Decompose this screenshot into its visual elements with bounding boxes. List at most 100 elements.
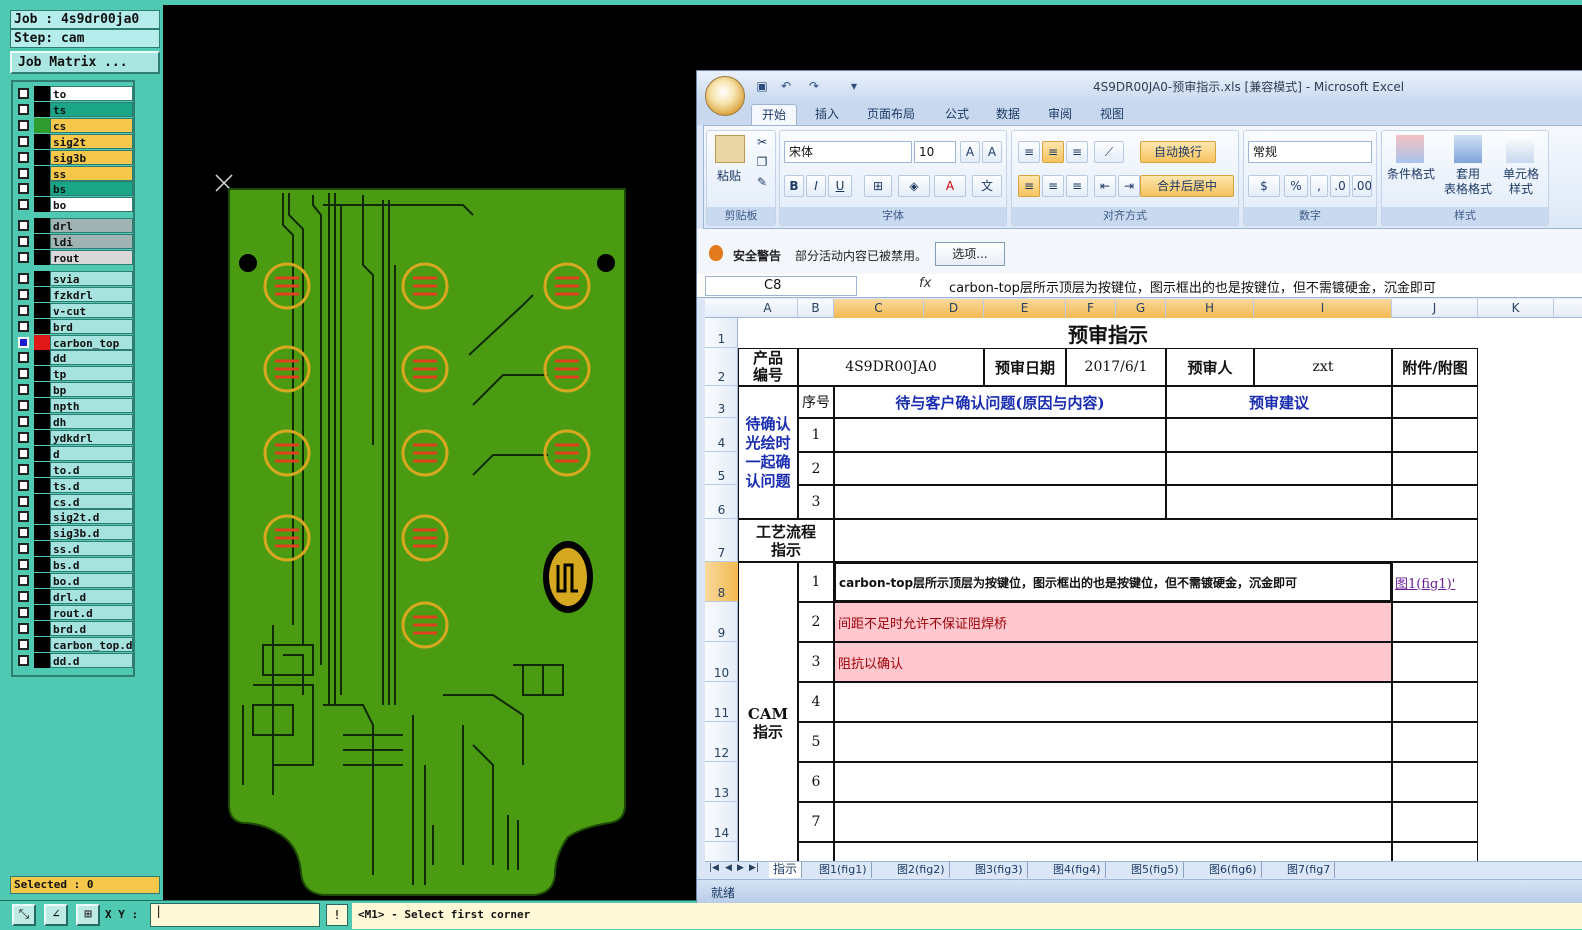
- layer-name[interactable]: tp: [50, 366, 133, 382]
- layer-checkbox[interactable]: [18, 447, 29, 459]
- layer-color-swatch[interactable]: [34, 636, 50, 652]
- row-header[interactable]: 15: [705, 842, 738, 861]
- layer-row[interactable]: brd: [15, 318, 133, 334]
- layer-row[interactable]: drl.d: [15, 588, 133, 604]
- layer-row[interactable]: sig2t: [15, 133, 133, 149]
- layer-checkbox[interactable]: [18, 252, 29, 263]
- last-sheet-icon[interactable]: ▶|: [749, 863, 759, 873]
- layer-color-swatch[interactable]: [34, 398, 50, 414]
- fill-color-icon[interactable]: ◈: [898, 175, 930, 197]
- layer-checkbox[interactable]: [18, 575, 29, 586]
- layer-checkbox[interactable]: [18, 220, 29, 232]
- layer-name[interactable]: npth: [50, 398, 133, 414]
- layer-name[interactable]: drl: [50, 218, 133, 234]
- security-options-button[interactable]: 选项...: [935, 242, 1005, 266]
- attachment-cell[interactable]: [1392, 418, 1478, 452]
- worksheet-grid[interactable]: ABCDEFGHIJK 123456789101112131415 预审指示产品…: [705, 299, 1582, 861]
- zoom-tool-icon[interactable]: ⤡: [12, 904, 36, 926]
- job-matrix-button[interactable]: Job Matrix ...: [10, 51, 160, 74]
- row-header[interactable]: 7: [705, 519, 738, 562]
- pending-issue-cell[interactable]: [834, 485, 1166, 519]
- row-header[interactable]: 10: [705, 642, 738, 682]
- row-header[interactable]: 3: [705, 386, 738, 418]
- align-right-icon[interactable]: ≡: [1066, 175, 1088, 197]
- tab-data[interactable]: 数据: [986, 104, 1030, 125]
- column-header[interactable]: E: [984, 299, 1066, 318]
- copy-icon[interactable]: ❐: [755, 155, 769, 170]
- office-button[interactable]: [705, 76, 745, 116]
- layer-row[interactable]: dh: [15, 414, 133, 429]
- column-header[interactable]: G: [1116, 299, 1166, 318]
- sheet-tab[interactable]: 指示: [769, 862, 803, 878]
- wrap-text-button[interactable]: 自动换行: [1140, 141, 1216, 163]
- pending-issue-cell[interactable]: [834, 418, 1166, 452]
- pending-row-number[interactable]: 1: [798, 418, 834, 452]
- layer-color-swatch[interactable]: [34, 286, 50, 302]
- measure-tool-icon[interactable]: ∠: [44, 904, 68, 926]
- pcb-canvas[interactable]: [163, 5, 696, 900]
- sheet-tab[interactable]: 图4(fig4): [1049, 862, 1106, 878]
- layer-name[interactable]: rout: [50, 250, 133, 265]
- layer-checkbox[interactable]: [18, 320, 29, 332]
- layer-color-swatch[interactable]: [34, 318, 50, 334]
- align-left-icon[interactable]: ≡: [1018, 175, 1040, 197]
- phonetic-icon[interactable]: 文: [972, 175, 1002, 197]
- layer-color-swatch[interactable]: [34, 604, 50, 620]
- row-header[interactable]: 5: [705, 452, 738, 485]
- row-header[interactable]: 8: [705, 562, 738, 602]
- layer-checkbox[interactable]: [18, 431, 29, 443]
- cam-instruction-cell[interactable]: carbon-top层所示顶层为按键位，图示框出的也是按键位，但不需镀硬金，沉金…: [834, 562, 1392, 602]
- column-header[interactable]: H: [1166, 299, 1254, 318]
- tab-insert[interactable]: 插入: [805, 104, 849, 125]
- column-header[interactable]: I: [1254, 299, 1392, 318]
- layer-name[interactable]: dd.d: [50, 652, 133, 668]
- layer-name[interactable]: dh: [50, 414, 133, 429]
- save-icon[interactable]: ▣: [755, 79, 769, 93]
- suggestion-header[interactable]: 预审建议: [1166, 386, 1392, 418]
- currency-icon[interactable]: $: [1248, 175, 1280, 197]
- layer-color-swatch[interactable]: [34, 234, 50, 250]
- attachment-cell[interactable]: [1392, 842, 1478, 861]
- cam-instruction-cell[interactable]: 间距不足时允许不保证阻焊桥: [834, 602, 1392, 642]
- font-size-select[interactable]: 10: [914, 141, 956, 163]
- layer-checkbox[interactable]: [18, 622, 29, 634]
- cam-row-number[interactable]: 2: [798, 602, 834, 642]
- layer-checkbox[interactable]: [18, 151, 29, 163]
- cam-label[interactable]: CAM 指示: [738, 562, 798, 861]
- underline-icon[interactable]: U: [828, 175, 852, 197]
- layer-name[interactable]: cs.d: [50, 493, 133, 509]
- cut-icon[interactable]: ✂: [755, 135, 769, 150]
- layer-color-swatch[interactable]: [34, 101, 50, 117]
- layer-checkbox[interactable]: [18, 88, 29, 99]
- layer-color-swatch[interactable]: [34, 557, 50, 573]
- layer-color-swatch[interactable]: [34, 588, 50, 604]
- cam-row-number[interactable]: 7: [798, 802, 834, 842]
- layer-name[interactable]: fzkdrl: [50, 286, 133, 302]
- layer-row[interactable]: ts: [15, 101, 133, 117]
- layer-checkbox[interactable]: [18, 368, 29, 380]
- layer-name[interactable]: carbon_top.d: [50, 636, 133, 652]
- column-header[interactable]: A: [738, 299, 798, 318]
- layer-checkbox[interactable]: [18, 416, 29, 427]
- bold-icon[interactable]: B: [784, 175, 804, 197]
- layer-name[interactable]: d: [50, 445, 133, 461]
- paste-icon[interactable]: [715, 135, 745, 163]
- cam-row-number[interactable]: 4: [798, 682, 834, 722]
- layer-checkbox[interactable]: [18, 495, 29, 507]
- layer-checkbox[interactable]: [18, 400, 29, 412]
- conditional-format-icon[interactable]: [1396, 135, 1424, 163]
- cam-row-number[interactable]: [798, 842, 834, 861]
- layer-color-swatch[interactable]: [34, 429, 50, 445]
- layer-name[interactable]: carbon_top: [50, 334, 133, 350]
- layer-row[interactable]: carbon_top.d: [15, 636, 133, 652]
- align-middle-icon[interactable]: ≡: [1042, 141, 1064, 163]
- reviewer-value[interactable]: zxt: [1254, 348, 1392, 386]
- layer-row[interactable]: ldi: [15, 234, 133, 250]
- layer-row[interactable]: bs.d: [15, 557, 133, 573]
- grid-tool-icon[interactable]: ⊞: [76, 904, 100, 926]
- attachment-link-cell[interactable]: [1392, 802, 1478, 842]
- layer-row[interactable]: sig2t.d: [15, 509, 133, 525]
- layer-row[interactable]: v-cut: [15, 302, 133, 318]
- layer-color-swatch[interactable]: [34, 382, 50, 398]
- pending-row-number[interactable]: 2: [798, 452, 834, 485]
